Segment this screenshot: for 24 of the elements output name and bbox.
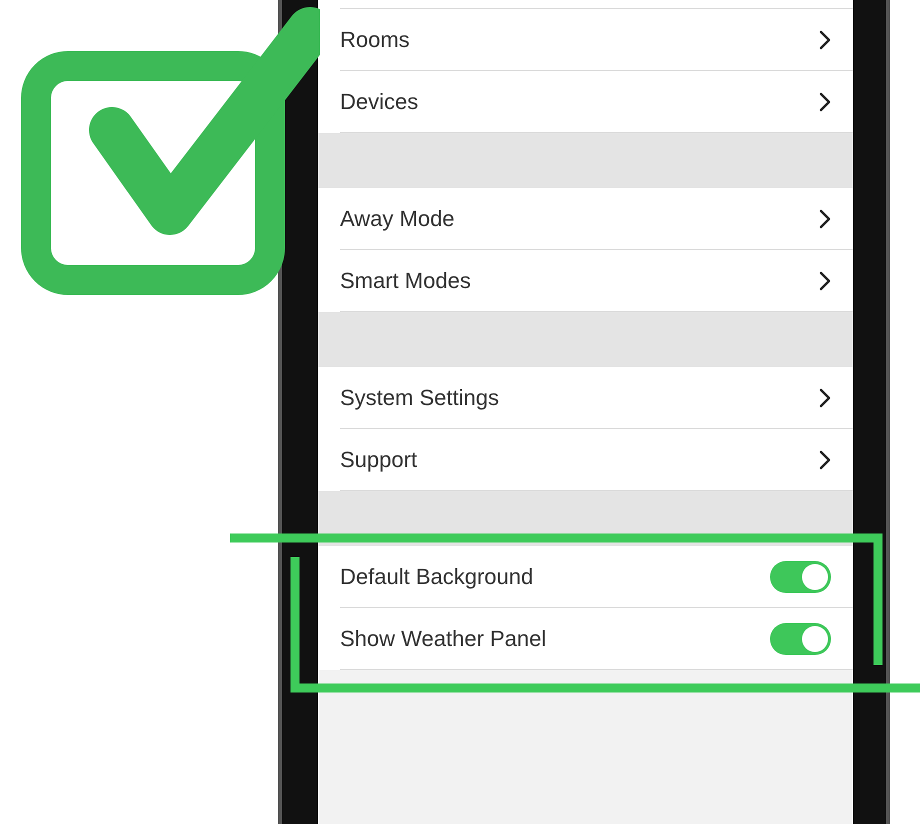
row-label: Support	[340, 446, 418, 474]
menu-row[interactable]: Away Mode	[318, 188, 853, 250]
row-label: Devices	[340, 88, 418, 116]
menu-row[interactable]: Support	[318, 429, 853, 491]
toggle-switch[interactable]	[770, 560, 831, 592]
menu-row[interactable]: System Settings	[318, 367, 853, 429]
chevron-icon	[819, 450, 831, 470]
chevron-icon	[819, 208, 831, 228]
row-label: Default Background	[340, 563, 534, 591]
menu-row[interactable]: Default Background	[318, 546, 853, 608]
row-label: Smart Modes	[340, 267, 471, 295]
menu-row[interactable]: Devices	[318, 71, 853, 133]
chevron-icon	[819, 92, 831, 112]
chevron-icon	[819, 30, 831, 50]
row-label: System Settings	[340, 384, 499, 412]
menu-row[interactable]: Smart Modes	[318, 250, 853, 312]
chevron-icon	[819, 270, 831, 290]
menu-row[interactable]: Show Weather Panel	[318, 608, 853, 670]
chevron-icon	[819, 388, 831, 408]
row-label: Rooms	[340, 26, 410, 54]
menu-row[interactable]: Rooms	[318, 9, 853, 71]
toggle-switch[interactable]	[770, 622, 831, 654]
row-label: Away Mode	[340, 205, 455, 233]
row-label: Show Weather Panel	[340, 625, 546, 653]
